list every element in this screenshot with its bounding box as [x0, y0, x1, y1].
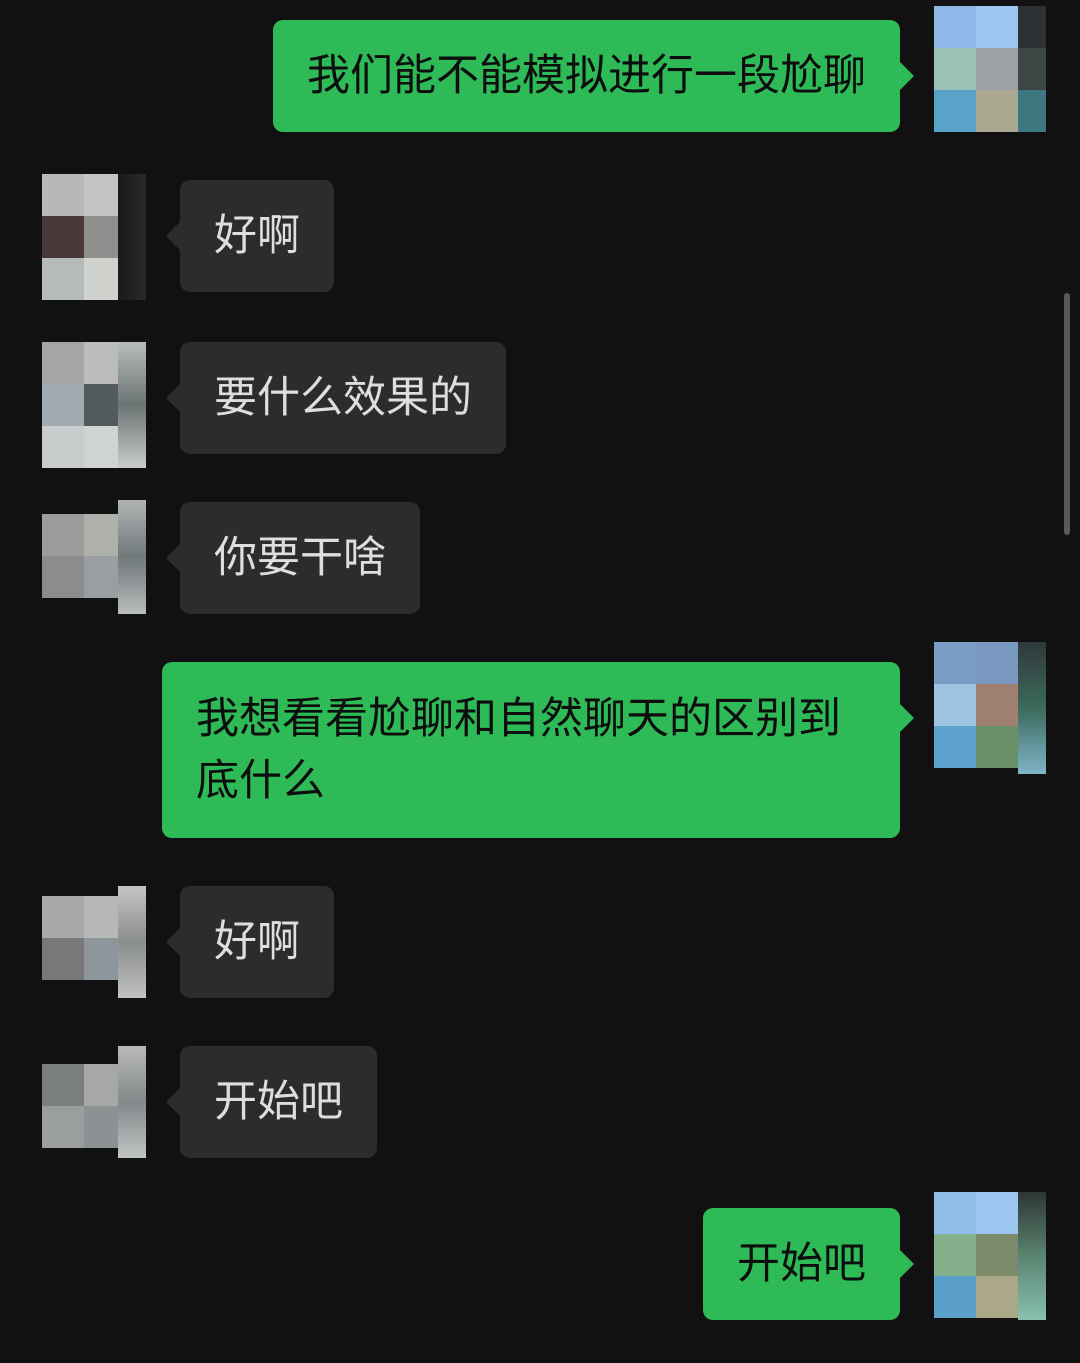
message-bubble-incoming[interactable]: 要什么效果的	[166, 342, 506, 454]
message-text: 我想看看尬聊和自然聊天的区别到底什么	[196, 694, 841, 806]
message-bubble-outgoing[interactable]: 开始吧	[703, 1208, 914, 1320]
message-bubble-outgoing[interactable]: 我想看看尬聊和自然聊天的区别到底什么	[162, 662, 914, 838]
message-bubble-incoming[interactable]: 好啊	[166, 886, 334, 998]
message-text: 好啊	[214, 211, 300, 261]
message-text: 你要干啥	[214, 533, 386, 583]
message-text: 开始吧	[737, 1239, 866, 1289]
message-row-outgoing: 开始吧	[0, 1192, 1080, 1322]
avatar[interactable]	[34, 1046, 146, 1158]
avatar[interactable]	[34, 342, 146, 468]
avatar[interactable]	[34, 174, 146, 300]
message-bubble-outgoing[interactable]: 我们能不能模拟进行一段尬聊	[273, 20, 914, 132]
message-bubble-incoming[interactable]: 好啊	[166, 180, 334, 292]
message-text: 我们能不能模拟进行一段尬聊	[307, 51, 866, 101]
message-row-incoming: 要什么效果的	[0, 342, 1080, 470]
message-row-outgoing: 我们能不能模拟进行一段尬聊	[0, 6, 1080, 136]
message-row-incoming: 开始吧	[0, 1046, 1080, 1160]
avatar[interactable]	[934, 1192, 1046, 1320]
message-row-incoming: 你要干啥	[0, 500, 1080, 616]
avatar[interactable]	[34, 886, 146, 998]
avatar[interactable]	[934, 6, 1046, 132]
message-text: 好啊	[214, 917, 300, 967]
message-bubble-incoming[interactable]: 开始吧	[166, 1046, 377, 1158]
scrollbar[interactable]	[1064, 293, 1070, 535]
message-text: 要什么效果的	[214, 373, 472, 423]
message-row-incoming: 好啊	[0, 886, 1080, 1000]
avatar[interactable]	[34, 500, 146, 614]
message-row-outgoing: 我想看看尬聊和自然聊天的区别到底什么	[0, 642, 1080, 840]
message-text: 开始吧	[214, 1077, 343, 1127]
message-row-incoming: 好啊	[0, 174, 1080, 300]
message-bubble-incoming[interactable]: 你要干啥	[166, 502, 420, 614]
avatar[interactable]	[934, 642, 1046, 774]
chat-area[interactable]: 我们能不能模拟进行一段尬聊 好啊 要什么效果的 你要干啥 我想看看尬聊和自然聊天…	[0, 0, 1080, 1363]
